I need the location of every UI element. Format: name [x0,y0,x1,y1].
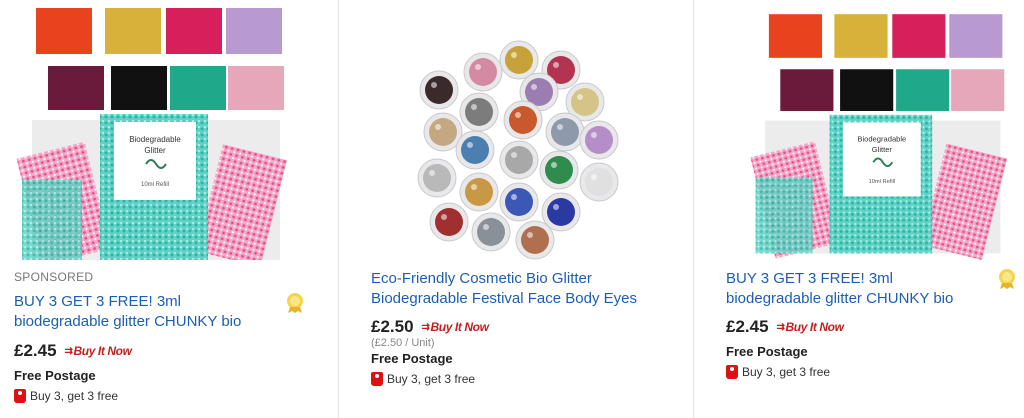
promo-text: Buy 3, get 3 free [30,389,119,403]
promo-text: Buy 3, get 3 free [387,372,476,386]
glitter-sparkle [553,62,559,68]
glitter-sparkle [429,170,435,176]
glitter-sparkle [511,152,517,158]
price-row: £2.45 ⇉ Buy It Now [726,317,844,337]
glitter-sparkle [467,142,473,148]
glitter-sparkle [577,94,583,100]
glitter-sparkle [527,232,533,238]
title-line: Eco-Friendly Cosmetic Bio Glitter [371,270,592,287]
glitter-fill [547,198,575,226]
refill-label: Biodegradable [857,134,906,143]
glitter-sparkle [483,224,489,230]
glitter-sparkle [511,194,517,200]
glitter-sparkle [515,112,521,118]
price: £2.45 [14,341,57,360]
glitter-fill [521,226,549,254]
refill-label: 10ml Refill [869,179,896,185]
listing-card[interactable]: Eco-Friendly Cosmetic Bio Glitter Biodeg… [338,0,694,418]
product-image[interactable]: Biodegradable Glitter 10ml Refill [748,0,1010,260]
glitter-sparkle [431,82,437,88]
glitter-sparkle [471,104,477,110]
glitter-fill [477,218,505,246]
arrow-icon: ⇉ [421,321,430,333]
product-image[interactable] [379,0,655,260]
glitter-fill [465,98,493,126]
refill-label: 10ml Refill [141,182,169,188]
price-tag-icon [14,389,26,403]
sponsored-label: SPONSORED [14,270,94,284]
buy-it-now-logo: ⇉ Buy It Now [422,320,489,334]
glitter-fill [585,126,613,154]
glitter-fill [465,178,493,206]
price-tag-icon [726,365,738,379]
buy-it-now-logo: ⇉ Buy It Now [777,320,844,334]
price: £2.45 [726,317,769,336]
glitter-fill [505,146,533,174]
glitter-sparkle [475,64,481,70]
glitter-fill [509,106,537,134]
title-line: biodegradable glitter CHUNKY bio [14,313,242,330]
glitter-fill [505,188,533,216]
glitter-fill [429,118,457,146]
postage-info: Free Postage [726,344,808,359]
unit-price: (£2.50 / Unit) [371,337,435,349]
listing-card[interactable]: Biodegradable Glitter 10ml Refill BUY 3 … [694,0,1024,418]
promo-text: Buy 3, get 3 free [742,365,831,379]
listing-title-link[interactable]: BUY 3 GET 3 FREE! 3ml biodegradable glit… [726,269,1016,309]
top-rated-seller-medal-icon [999,269,1015,289]
buy-it-now-logo: ⇉ Buy It Now [65,344,132,358]
glitter-fill [571,88,599,116]
price: £2.50 [371,317,414,336]
product-image[interactable]: Biodegradable Glitter 10ml Refill [14,0,290,260]
promo-offer: Buy 3, get 3 free [371,372,475,386]
glitter-fill [461,136,489,164]
glitter-sparkle [511,52,517,58]
postage-info: Free Postage [371,351,453,366]
price-tag-icon [371,372,383,386]
glitter-fill [469,58,497,86]
listing-title-link[interactable]: BUY 3 GET 3 FREE! 3ml biodegradable glit… [14,292,304,332]
arrow-icon: ⇉ [776,321,785,333]
glitter-sparkle [531,84,537,90]
glitter-fill [551,118,579,146]
refill-label: Glitter [872,145,893,154]
glitter-sparkle [471,184,477,190]
title-line: BUY 3 GET 3 FREE! 3ml [726,270,893,287]
glitter-fill [425,76,453,104]
refill-label: Glitter [144,146,166,155]
glitter-fill [435,208,463,236]
top-rated-seller-medal-icon [287,293,303,313]
buy-it-now-text: Buy It Now [785,320,844,334]
glitter-fill [545,156,573,184]
glitter-sparkle [441,214,447,220]
glitter-sparkle [591,132,597,138]
glitter-fill [423,164,451,192]
promo-offer: Buy 3, get 3 free [14,389,118,403]
glitter-sparkle [551,162,557,168]
postage-info: Free Postage [14,368,96,383]
glitter-sparkle [557,124,563,130]
price-row: £2.50 ⇉ Buy It Now [371,317,489,337]
listing-title-link[interactable]: Eco-Friendly Cosmetic Bio Glitter Biodeg… [371,269,681,309]
glitter-sparkle [435,124,441,130]
arrow-icon: ⇉ [64,345,73,357]
glitter-fill [505,46,533,74]
title-line: Biodegradable Festival Face Body Eyes [371,290,637,307]
buy-it-now-text: Buy It Now [430,320,489,334]
title-line: biodegradable glitter CHUNKY bio [726,290,954,307]
glitter-fill [585,168,613,196]
glitter-sparkle [553,204,559,210]
listing-card[interactable]: Biodegradable Glitter 10ml Refill SPONSO… [0,0,338,418]
buy-it-now-text: Buy It Now [73,344,132,358]
glitter-sparkle [591,174,597,180]
refill-label: Biodegradable [129,135,181,144]
promo-offer: Buy 3, get 3 free [726,365,830,379]
title-line: BUY 3 GET 3 FREE! 3ml [14,293,181,310]
price-row: £2.45 ⇉ Buy It Now [14,341,132,361]
